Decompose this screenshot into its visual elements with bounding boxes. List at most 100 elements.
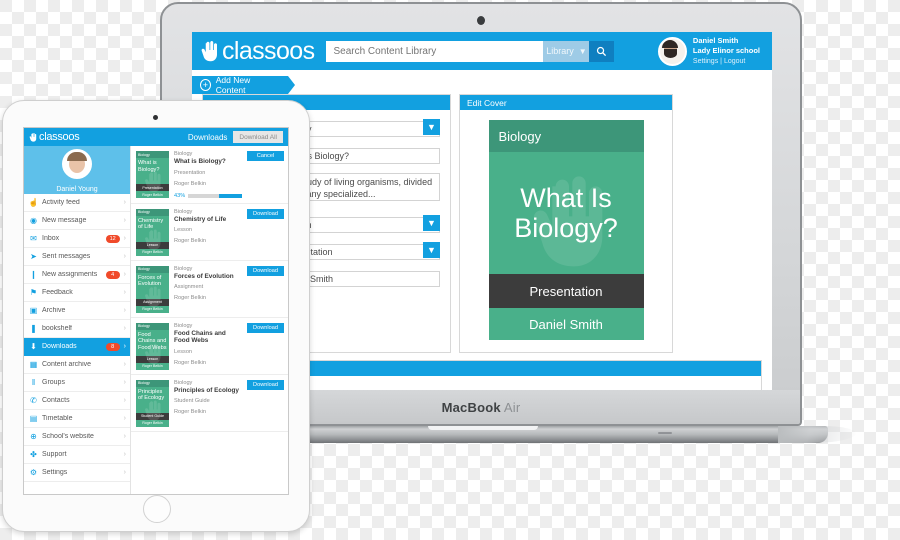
- sidebar-item-content-archive[interactable]: ▦ Content archive ›: [24, 356, 130, 374]
- sidebar-item-support[interactable]: ✤ Support ›: [24, 446, 130, 464]
- item-author: Roger Belkin: [174, 359, 207, 366]
- item-action-button[interactable]: Download: [247, 379, 284, 390]
- item-author: Roger Belkin: [174, 180, 207, 187]
- tablet-screen: classoos Downloads Download All Daniel Y…: [23, 127, 289, 495]
- settings-link[interactable]: Settings: [693, 58, 718, 65]
- thumb-title: Chemistry of Life: [136, 216, 169, 250]
- add-new-content-tab[interactable]: + Add New Content: [192, 75, 295, 95]
- classoos-logo-mobile[interactable]: classoos: [29, 131, 80, 143]
- calendar-icon: ▤: [29, 414, 38, 423]
- item-subject: Biology: [174, 208, 193, 215]
- item-title: Forces of Evolution: [174, 272, 234, 280]
- profile-name: Daniel Young: [56, 186, 98, 193]
- compose-icon: ◉: [30, 216, 37, 225]
- chevron-down-icon[interactable]: ▼: [423, 119, 440, 135]
- sidebar-item-label: bookshelf: [42, 325, 72, 332]
- item-action-button[interactable]: Download: [247, 208, 284, 219]
- logout-link[interactable]: Logout: [724, 58, 745, 65]
- item-action-button[interactable]: Cancel: [247, 151, 284, 161]
- item-info: Biology What is Biology? Presentation Roger…: [174, 151, 242, 199]
- sidebar-item-label: Settings: [42, 469, 68, 476]
- tablet-topbar: classoos Downloads Download All: [24, 128, 288, 146]
- sidebar-item-bookshelf[interactable]: ❚ bookshelf ›: [24, 320, 130, 338]
- sidebar-item-downloads[interactable]: ⬇ Downloads 8 ›: [24, 338, 130, 356]
- hand-watermark-icon: [145, 286, 161, 307]
- app-topbar: classoos Library ▼: [192, 32, 772, 70]
- sidebar-item-label: School's website: [42, 433, 94, 440]
- item-cover-thumbnail: BiologyFood Chains and Food WebsLessonRo…: [136, 322, 169, 370]
- hand-watermark-icon: [145, 343, 161, 364]
- badge-count: 12: [105, 234, 120, 243]
- home-button[interactable]: [143, 495, 171, 523]
- base-foot: [658, 432, 672, 434]
- chevron-down-icon[interactable]: ▼: [423, 215, 440, 231]
- sidebar-item-label: Sent messages: [42, 253, 91, 260]
- search-scope-select[interactable]: Library ▼: [543, 40, 590, 62]
- chevron-right-icon: ›: [123, 217, 126, 224]
- progress-area: 43%: [174, 193, 242, 199]
- chevron-down-icon[interactable]: ▼: [423, 242, 440, 258]
- sidebar-item-archive[interactable]: ▣ Archive ›: [24, 302, 130, 320]
- clipboard-icon: ❙: [30, 270, 37, 279]
- item-kind: Lesson: [174, 348, 193, 355]
- sidebar-item-school-s-website[interactable]: ⊕ School's website ›: [24, 428, 130, 446]
- profile-block[interactable]: Daniel Young: [24, 146, 130, 194]
- thumb-title: Forces of Evolution: [136, 273, 169, 307]
- chevron-right-icon: ›: [123, 289, 126, 296]
- sidebar-item-new-assignments[interactable]: ❙ New assignments 4 ›: [24, 266, 130, 284]
- account-links: Settings | Logout: [693, 56, 760, 67]
- mail-icon: ✉: [30, 234, 37, 243]
- classoos-logo[interactable]: classoos: [200, 38, 315, 64]
- sidebar-item-timetable[interactable]: ▤ Timetable ›: [24, 410, 130, 428]
- support-icon: ✤: [30, 450, 37, 459]
- download-list-item[interactable]: BiologyFood Chains and Food WebsLessonRo…: [131, 318, 288, 375]
- thumb-subject: Biology: [136, 208, 169, 216]
- download-list-item[interactable]: BiologyWhat is Biology?PresentationRoger…: [131, 146, 288, 204]
- progress-bar: [188, 193, 242, 198]
- search-button[interactable]: [589, 40, 615, 62]
- sidebar-item-activity-feed[interactable]: ☝ Activity feed ›: [24, 194, 130, 212]
- sidebar-item-label: Content archive: [42, 361, 92, 368]
- sidebar-item-settings[interactable]: ⚙ Settings ›: [24, 464, 130, 482]
- cover-preview-area: Biology What Is Biology? Presentation Da…: [460, 110, 672, 352]
- cover-title: What Is Biology?: [514, 183, 618, 243]
- sidebar-item-groups[interactable]: ‖ Groups ›: [24, 374, 130, 392]
- item-action-button[interactable]: Download: [247, 265, 284, 276]
- progress-percent: 43%: [174, 192, 186, 199]
- item-title: Principles of Ecology: [174, 386, 239, 394]
- sidebar-item-label: Downloads: [42, 343, 77, 350]
- sidebar-item-label: Groups: [42, 379, 65, 386]
- hand-watermark-icon: [145, 171, 161, 192]
- item-title: Chemistry of Life: [174, 215, 227, 223]
- sidebar-menu: ☝ Activity feed › ◉ New message › ✉ Inbox 12 › ➤ Se…: [24, 194, 130, 494]
- sidebar-item-contacts[interactable]: ✆ Contacts ›: [24, 392, 130, 410]
- download-list-item[interactable]: BiologyChemistry of LifeLessonRoger Belk…: [131, 204, 288, 261]
- chevron-right-icon: ›: [123, 379, 126, 386]
- thumb-subject: Biology: [136, 265, 169, 273]
- download-list-item[interactable]: BiologyPrinciples of EcologyStudent Guid…: [131, 375, 288, 432]
- sidebar-item-label: Inbox: [42, 235, 60, 242]
- search-input[interactable]: [326, 40, 544, 62]
- chevron-right-icon: ›: [123, 235, 126, 242]
- hand-watermark-icon: [145, 400, 161, 421]
- item-action-button[interactable]: Download: [247, 322, 284, 333]
- hand-watermark-icon: [145, 229, 161, 250]
- sidebar-item-sent-messages[interactable]: ➤ Sent messages ›: [24, 248, 130, 266]
- chevron-right-icon: ›: [123, 397, 126, 404]
- tab-row: + Add New Content: [192, 70, 772, 95]
- plus-icon: +: [200, 79, 211, 91]
- sidebar-item-new-message[interactable]: ◉ New message ›: [24, 212, 130, 230]
- download-all-button[interactable]: Download All: [233, 131, 283, 143]
- groups-icon: ‖: [31, 378, 36, 387]
- book-cover-preview[interactable]: Biology What Is Biology? Presentation Da…: [488, 120, 644, 340]
- sidebar-item-inbox[interactable]: ✉ Inbox 12 ›: [24, 230, 130, 248]
- sidebar-item-feedback[interactable]: ⚑ Feedback ›: [24, 284, 130, 302]
- item-info: Biology Food Chains and Food Webs Lesson Ro…: [174, 323, 242, 370]
- user-account-area[interactable]: Daniel Smith Lady Elinor school Settings…: [657, 36, 764, 67]
- download-list-item[interactable]: BiologyForces of EvolutionAssignmentRoge…: [131, 261, 288, 318]
- front-camera-icon: [153, 115, 158, 120]
- cover-title-area: What Is Biology?: [489, 152, 644, 274]
- chevron-right-icon: ›: [123, 307, 126, 314]
- brand-text: classoos: [39, 131, 80, 143]
- flag-icon: ⚑: [29, 288, 38, 297]
